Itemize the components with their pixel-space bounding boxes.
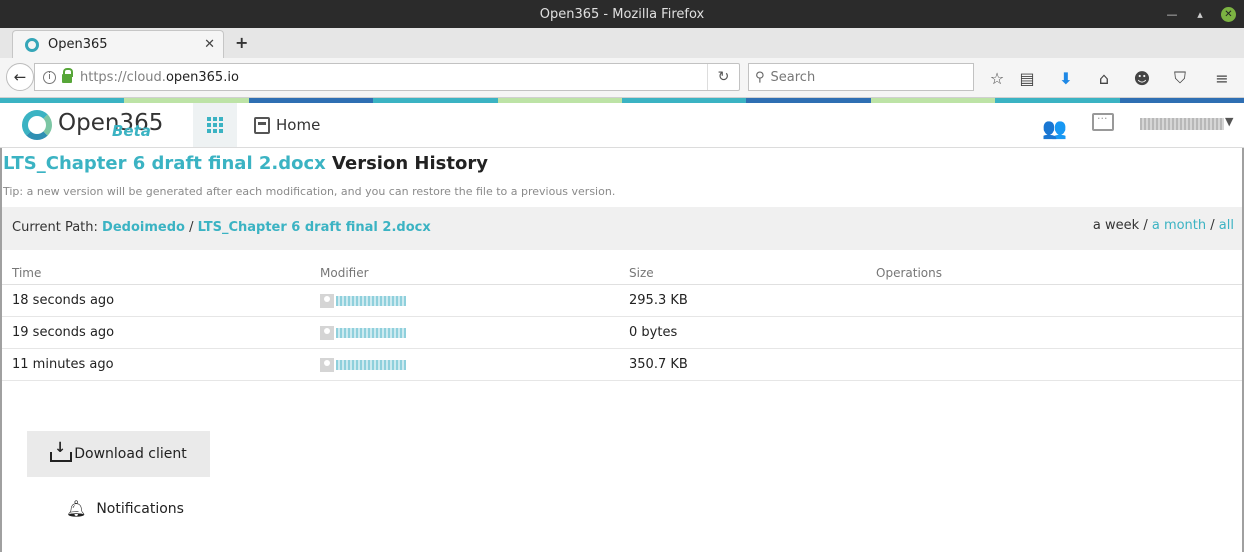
page-title: LTS_Chapter 6 draft final 2.docx Version… — [3, 153, 488, 174]
column-header-size: Size — [629, 265, 654, 280]
back-arrow-icon: ← — [13, 68, 27, 86]
row-size: 350.7 KB — [629, 357, 688, 372]
modifier-name-link[interactable] — [336, 295, 406, 306]
row-size: 0 bytes — [629, 325, 678, 340]
column-header-modifier: Modifier — [320, 265, 369, 280]
row-modifier[interactable] — [320, 325, 406, 340]
window-controls: — ▴ ✕ — [1165, 0, 1236, 28]
column-header-operations: Operations — [876, 265, 942, 280]
url-bar[interactable]: i https://cloud. open365.io ↻ — [34, 63, 740, 91]
contacts-icon[interactable]: 👥 — [1042, 116, 1067, 140]
navigation-toolbar: ← i https://cloud. open365.io ↻ ⚲ Search … — [0, 58, 1244, 98]
home-drive-icon — [254, 116, 270, 134]
row-time: 11 minutes ago — [12, 357, 114, 372]
title-suffix: Version History — [325, 153, 488, 174]
notifications-label: Notifications — [96, 500, 184, 517]
breadcrumb: Current Path: Dedoimedo / LTS_Chapter 6 … — [12, 220, 431, 235]
url-host: open365.io — [165, 69, 239, 85]
breadcrumb-file-link[interactable]: LTS_Chapter 6 draft final 2.docx — [198, 220, 431, 235]
back-button[interactable]: ← — [6, 63, 34, 91]
main-content: LTS_Chapter 6 draft final 2.docx Version… — [0, 148, 1244, 552]
filter-separator: / — [1206, 218, 1219, 233]
time-filter: a week / a month / all — [1093, 218, 1234, 233]
version-table: Time Modifier Size Operations 18 seconds… — [2, 261, 1242, 381]
home-icon[interactable]: ⌂ — [1093, 67, 1115, 89]
chat-icon[interactable] — [1092, 112, 1114, 131]
table-row[interactable]: 11 minutes ago 350.7 KB — [2, 349, 1242, 381]
row-time: 19 seconds ago — [12, 325, 115, 340]
menu-icon[interactable]: ≡ — [1211, 67, 1233, 89]
home-link[interactable]: Home — [254, 116, 320, 134]
user-menu-name[interactable] — [1140, 118, 1224, 130]
row-time: 18 seconds ago — [12, 293, 115, 308]
logo-mark-icon — [22, 110, 52, 140]
row-modifier[interactable] — [320, 293, 406, 308]
modifier-name-link[interactable] — [336, 359, 406, 370]
reading-list-icon[interactable]: ▤ — [1016, 67, 1038, 89]
download-client-label: Download client — [74, 446, 187, 462]
notifications-link[interactable]: 🔔︎ Notifications — [66, 499, 184, 518]
minimize-icon[interactable]: — — [1165, 8, 1179, 21]
maximize-icon[interactable]: ▴ — [1193, 8, 1207, 21]
window-title: Open365 - Mozilla Firefox — [539, 6, 705, 22]
tab-title: Open365 — [48, 37, 108, 52]
path-bar: Current Path: Dedoimedo / LTS_Chapter 6 … — [2, 207, 1242, 250]
window-titlebar: Open365 - Mozilla Firefox — ▴ ✕ — [0, 0, 1244, 28]
url-prefix: https://cloud. — [80, 69, 166, 85]
row-size: 295.3 KB — [629, 293, 688, 308]
row-modifier[interactable] — [320, 357, 406, 372]
pocket-icon[interactable]: ⛉ — [1169, 67, 1191, 89]
table-row[interactable]: 19 seconds ago 0 bytes — [2, 317, 1242, 349]
path-separator: / — [184, 220, 198, 235]
chevron-down-icon[interactable]: ▼ — [1225, 115, 1233, 128]
emoji-icon[interactable]: ☻ — [1131, 67, 1153, 89]
site-info-icon[interactable]: i — [43, 70, 56, 84]
tip-text: Tip: a new version will be generated aft… — [3, 185, 616, 198]
app-header: Open365 Beta Home 👥 ▼ — [0, 103, 1244, 148]
title-file-name[interactable]: LTS_Chapter 6 draft final 2.docx — [3, 153, 326, 174]
filter-separator: / — [1139, 218, 1152, 233]
breadcrumb-root-link[interactable]: Dedoimedo — [102, 220, 185, 235]
table-row[interactable]: 18 seconds ago 295.3 KB — [2, 285, 1242, 317]
filter-all-link[interactable]: all — [1219, 218, 1234, 233]
open365-favicon-icon — [25, 37, 39, 52]
download-client-button[interactable]: Download client — [27, 431, 210, 477]
new-tab-icon[interactable]: + — [235, 33, 248, 52]
search-input[interactable]: ⚲ Search — [748, 63, 974, 91]
column-header-time: Time — [12, 265, 42, 280]
lock-icon — [62, 68, 73, 83]
avatar — [320, 357, 334, 372]
app-launcher-button[interactable] — [193, 103, 237, 147]
modifier-name-link[interactable] — [336, 327, 406, 338]
avatar — [320, 325, 334, 340]
reload-icon[interactable]: ↻ — [707, 64, 739, 90]
search-placeholder: Search — [770, 69, 816, 85]
close-tab-icon[interactable]: ✕ — [204, 37, 215, 52]
avatar — [320, 293, 334, 308]
download-icon — [50, 440, 73, 463]
bell-icon: 🔔︎ — [66, 499, 87, 518]
bookmark-star-icon[interactable]: ☆ — [986, 67, 1008, 89]
grid-icon — [207, 117, 223, 133]
close-window-icon[interactable]: ✕ — [1221, 6, 1236, 22]
home-label: Home — [276, 116, 321, 134]
filter-month-link[interactable]: a month — [1152, 218, 1206, 233]
browser-tab[interactable]: Open365 ✕ — [12, 30, 224, 58]
tab-strip: Open365 ✕ + — [0, 28, 1244, 58]
filter-week[interactable]: a week — [1093, 218, 1139, 233]
downloads-icon[interactable]: ⬇ — [1055, 67, 1077, 89]
path-label: Current Path: — [12, 220, 103, 235]
table-header-row: Time Modifier Size Operations — [2, 261, 1242, 285]
beta-badge: Beta — [112, 122, 151, 140]
search-icon: ⚲ — [755, 69, 765, 85]
